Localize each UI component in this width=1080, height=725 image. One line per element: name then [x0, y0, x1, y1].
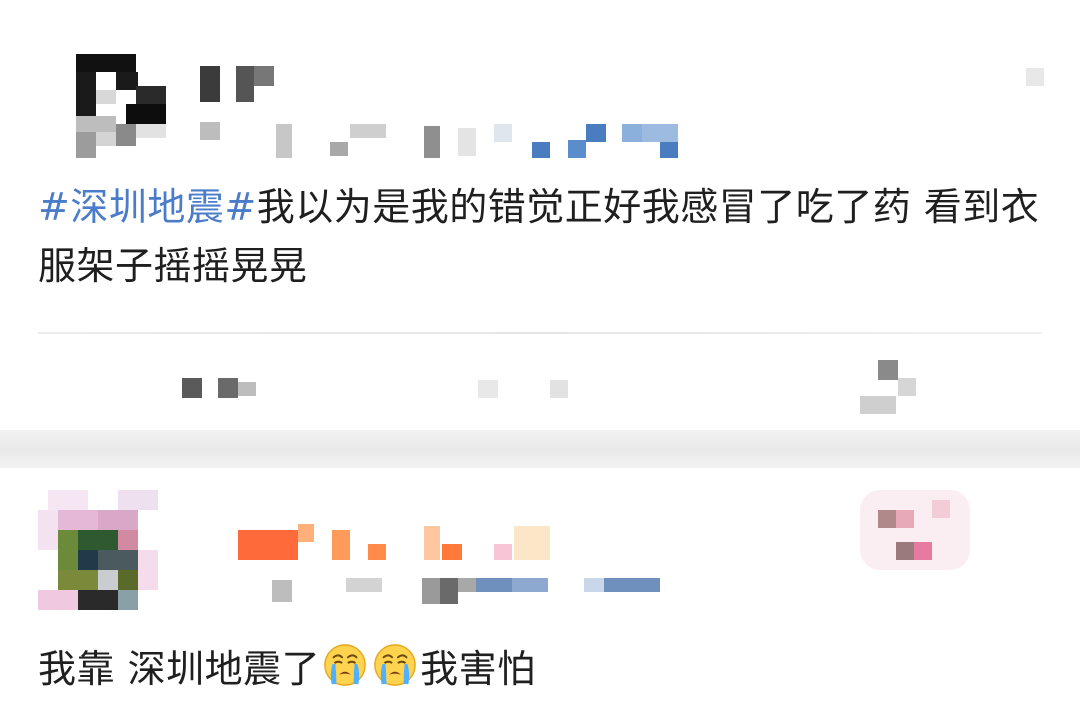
post-text: 我靠 深圳地震了 我害怕 — [38, 640, 536, 699]
avatar[interactable] — [38, 490, 168, 620]
avatar[interactable] — [70, 46, 170, 162]
post-separator — [0, 430, 1080, 468]
post-body-end: 我害怕 — [420, 647, 536, 691]
post-meta — [272, 576, 662, 606]
action-repost[interactable] — [182, 378, 262, 398]
more-icon[interactable] — [1026, 68, 1044, 86]
action-like[interactable] — [860, 360, 920, 416]
post-card: #深圳地震#我以为是我的错觉正好我感冒了吃了药 看到衣服架子摇摇晃晃 — [0, 0, 1080, 430]
emoji-crying-icon — [324, 644, 366, 686]
username[interactable] — [200, 66, 290, 106]
badge — [850, 480, 980, 580]
topic-link[interactable]: #深圳地震# — [38, 185, 257, 229]
username[interactable] — [238, 524, 598, 564]
post-text: #深圳地震#我以为是我的错觉正好我感冒了吃了药 看到衣服架子摇摇晃晃 — [38, 178, 1048, 296]
emoji-crying-icon — [374, 644, 416, 686]
divider — [38, 332, 1042, 334]
post-meta — [200, 120, 680, 162]
action-comment[interactable] — [478, 380, 568, 400]
post-body: 我靠 深圳地震了 — [38, 647, 321, 691]
